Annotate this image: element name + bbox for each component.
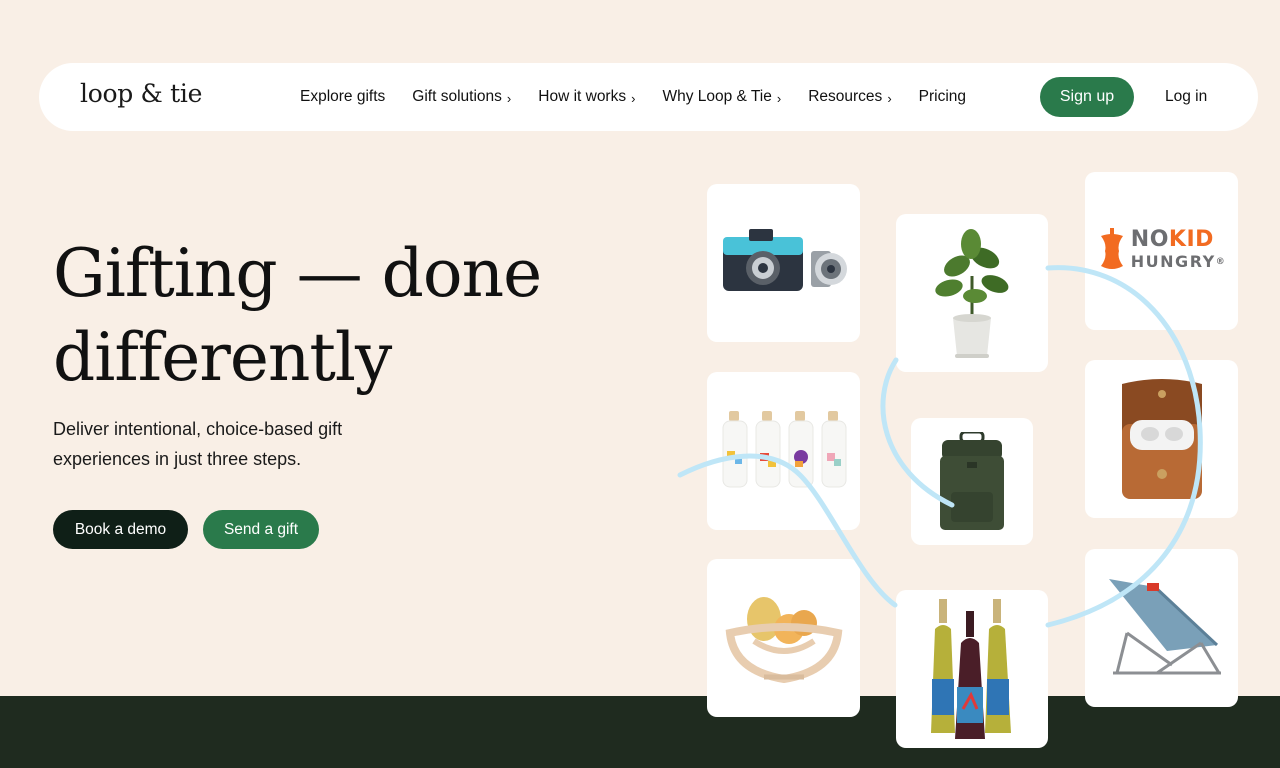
gift-card-no-kid-hungry[interactable]: NOKID HUNGRY® <box>1085 172 1238 330</box>
sign-up-button[interactable]: Sign up <box>1040 77 1134 117</box>
wine-bottles-icon <box>931 599 1011 739</box>
no-kid-hungry-kid: KID <box>1168 227 1214 252</box>
registered-mark: ® <box>1215 257 1227 267</box>
nav-explore-gifts-label: Explore gifts <box>300 88 386 105</box>
no-kid-hungry-hungry: HUNGRY <box>1130 252 1216 271</box>
camp-chair-icon <box>1108 579 1221 675</box>
no-kid-hungry-no: NO <box>1130 227 1169 252</box>
no-kid-hungry-logo: NOKID HUNGRY® <box>1097 228 1226 274</box>
book-demo-button[interactable]: Book a demo <box>53 510 188 549</box>
chevron-right-icon: › <box>887 90 892 106</box>
nav-explore-gifts[interactable]: Explore gifts <box>300 88 385 106</box>
hero-title-line1: Gifting — done <box>53 235 542 312</box>
chevron-right-icon: › <box>776 90 782 106</box>
hero-title-line2: differently <box>53 319 392 396</box>
gift-card-oil-bottles[interactable] <box>707 372 860 530</box>
nav-gift-solutions[interactable]: Gift solutions › <box>412 88 511 106</box>
gift-card-camera[interactable] <box>707 184 860 342</box>
airpods-case-icon <box>1121 379 1202 499</box>
gift-card-wine-bottles[interactable] <box>896 590 1048 748</box>
nav-why-loop-and-tie-label: Why Loop & Tie <box>662 88 772 105</box>
logo[interactable]: loop & tie <box>80 79 202 108</box>
footer-band <box>0 696 1280 768</box>
chevron-right-icon: › <box>631 90 636 106</box>
nav-pricing-label: Pricing <box>918 88 967 105</box>
nav-resources-label: Resources <box>808 88 883 105</box>
oil-bottles-icon <box>722 411 846 488</box>
gift-card-backpack[interactable] <box>911 418 1033 545</box>
gift-card-airpods-case[interactable] <box>1085 360 1238 518</box>
nav-how-it-works-label: How it works <box>538 88 627 105</box>
chevron-right-icon: › <box>506 90 512 106</box>
top-navigation: loop & tie Explore gifts Gift solutions … <box>39 63 1258 131</box>
camera-icon <box>722 229 847 291</box>
gift-card-camp-chair[interactable] <box>1085 549 1238 707</box>
gift-card-fruit-bowl[interactable] <box>707 559 860 717</box>
backpack-icon <box>940 431 1004 530</box>
apple-core-icon <box>1100 228 1123 269</box>
hero-subtitle: Deliver intentional, choice-based gift e… <box>53 419 343 469</box>
nav-pricing[interactable]: Pricing <box>919 88 966 106</box>
nav-gift-solutions-label: Gift solutions <box>412 88 502 105</box>
log-in-link[interactable]: Log in <box>1165 88 1207 106</box>
nav-how-it-works[interactable]: How it works › <box>538 88 635 106</box>
nav-resources[interactable]: Resources › <box>808 88 891 106</box>
plant-icon <box>935 228 1009 358</box>
nav-links: Explore gifts Gift solutions › How it wo… <box>300 63 993 131</box>
gift-card-plant[interactable] <box>896 214 1048 372</box>
send-gift-button[interactable]: Send a gift <box>203 510 319 549</box>
hero-title: Gifting — done differently <box>53 232 653 400</box>
fruit-bowl-icon <box>725 596 842 683</box>
nav-why-loop-and-tie[interactable]: Why Loop & Tie › <box>662 88 781 106</box>
